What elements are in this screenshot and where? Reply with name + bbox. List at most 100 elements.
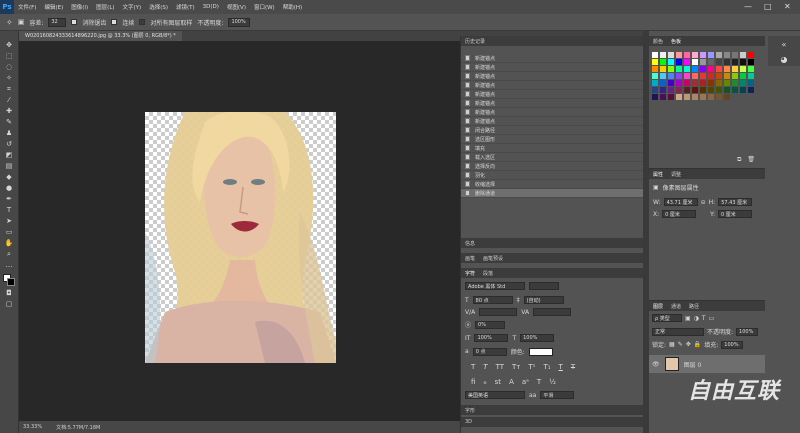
color-swatch[interactable] xyxy=(748,59,754,65)
tab-channels[interactable]: 通道 xyxy=(671,303,681,310)
crop-tool-icon[interactable]: ⌗ xyxy=(4,85,15,94)
history-item[interactable]: 新建锚点 xyxy=(461,90,643,99)
color-swatch[interactable] xyxy=(708,52,714,58)
ornament-icon[interactable]: A xyxy=(509,378,514,386)
antialias-select[interactable]: 平滑 xyxy=(540,391,575,399)
menu-select[interactable]: 选择(S) xyxy=(145,3,172,11)
tab-layers[interactable]: 图层 xyxy=(653,303,663,310)
color-swatch[interactable] xyxy=(724,87,730,93)
history-item[interactable]: 收缩选择 xyxy=(461,180,643,189)
underline-icon[interactable]: T xyxy=(559,363,563,371)
color-swatch[interactable] xyxy=(684,94,690,100)
color-swatches-icon[interactable] xyxy=(2,274,16,287)
color-swatch[interactable] xyxy=(724,73,730,79)
color-swatch[interactable] xyxy=(700,52,706,58)
ligature-icon[interactable]: fi xyxy=(471,378,475,386)
tsume-field[interactable]: 0% xyxy=(475,320,506,329)
color-swatch[interactable] xyxy=(660,52,666,58)
history-item[interactable]: 新建锚点 xyxy=(461,81,643,90)
layer-name[interactable]: 图层 0 xyxy=(684,360,702,369)
color-swatch[interactable] xyxy=(692,52,698,58)
color-swatch[interactable] xyxy=(668,94,674,100)
color-swatch[interactable] xyxy=(724,59,730,65)
blur-tool-icon[interactable]: ◆ xyxy=(4,173,15,182)
selection-mode-icon[interactable]: ▣ xyxy=(18,18,25,26)
all-caps-icon[interactable]: TT xyxy=(496,363,504,371)
color-swatch[interactable] xyxy=(676,73,682,79)
menu-edit[interactable]: 编辑(E) xyxy=(40,3,67,11)
color-swatch[interactable] xyxy=(668,66,674,72)
tab-swatches[interactable]: 色板 xyxy=(671,38,681,45)
delete-swatch-icon[interactable]: 🗑 xyxy=(747,156,755,164)
font-style-select[interactable] xyxy=(529,282,559,290)
history-item[interactable]: 选择反向 xyxy=(461,162,643,171)
magic-wand-icon[interactable]: ✧ xyxy=(4,74,15,83)
filter-adjust-icon[interactable]: ◑ xyxy=(694,315,699,322)
menu-type[interactable]: 文字(Y) xyxy=(119,3,146,11)
color-swatch[interactable] xyxy=(692,59,698,65)
menu-help[interactable]: 帮助(H) xyxy=(279,3,306,11)
ordinal-icon[interactable]: aᵃ xyxy=(522,378,529,386)
opacity-input[interactable]: 100% xyxy=(228,17,251,27)
color-swatch[interactable] xyxy=(692,80,698,86)
color-swatch[interactable] xyxy=(708,87,714,93)
menu-window[interactable]: 窗口(W) xyxy=(250,3,279,11)
baseline-field[interactable]: 0 点 xyxy=(472,347,507,356)
lock-transparent-icon[interactable]: ▦ xyxy=(669,341,675,348)
history-item[interactable]: 删除通道 xyxy=(461,189,643,198)
menu-view[interactable]: 视图(V) xyxy=(223,3,250,11)
menu-image[interactable]: 图像(I) xyxy=(67,3,92,11)
faux-bold-icon[interactable]: T xyxy=(471,363,475,371)
tab-paths[interactable]: 路径 xyxy=(689,303,699,310)
leading-field[interactable]: (自动) xyxy=(523,296,564,304)
color-swatch[interactable] xyxy=(740,73,746,79)
history-item[interactable]: 新建锚点 xyxy=(461,108,643,117)
color-swatch[interactable] xyxy=(684,59,690,65)
layer-opacity-field[interactable]: 100% xyxy=(736,327,759,336)
history-item[interactable]: 填充 xyxy=(461,144,643,153)
filter-pixel-icon[interactable]: ▣ xyxy=(685,315,691,322)
color-swatch[interactable] xyxy=(652,94,658,100)
color-swatch[interactable] xyxy=(652,73,658,79)
tab-brush-presets[interactable]: 画笔预设 xyxy=(483,255,503,262)
color-swatch[interactable] xyxy=(732,87,738,93)
color-swatch[interactable] xyxy=(668,59,674,65)
color-swatch[interactable] xyxy=(660,59,666,65)
color-swatch[interactable] xyxy=(692,87,698,93)
color-swatch[interactable] xyxy=(708,94,714,100)
color-swatch[interactable] xyxy=(676,59,682,65)
history-item[interactable]: 新建锚点 xyxy=(461,63,643,72)
document-tab[interactable]: W020160824333614896220.jpg @ 33.3% (图层 0… xyxy=(19,31,182,41)
quick-mask-icon[interactable]: ◘ xyxy=(4,289,15,298)
history-item[interactable]: 新建锚点 xyxy=(461,117,643,126)
faux-italic-icon[interactable]: T xyxy=(483,363,487,371)
fraction-icon[interactable]: ½ xyxy=(549,378,556,386)
color-swatch[interactable] xyxy=(716,94,722,100)
width-field[interactable]: 43.71 厘米 xyxy=(663,198,698,206)
menu-layer[interactable]: 图层(L) xyxy=(92,3,118,11)
tab-adjustments[interactable]: 调整 xyxy=(671,171,681,178)
subscript-icon[interactable]: T₁ xyxy=(543,363,550,371)
color-swatch[interactable] xyxy=(700,66,706,72)
gradient-tool-icon[interactable]: ▤ xyxy=(4,162,15,171)
color-swatch[interactable] xyxy=(684,73,690,79)
color-swatch[interactable] xyxy=(692,94,698,100)
text-color-swatch[interactable] xyxy=(528,347,553,356)
x-field[interactable]: 0 厘米 xyxy=(662,210,697,218)
history-brush-icon[interactable]: ↺ xyxy=(4,140,15,149)
color-swatch[interactable] xyxy=(724,66,730,72)
magic-wand-tool-icon[interactable]: ✧ xyxy=(6,18,13,27)
color-swatch[interactable] xyxy=(708,66,714,72)
menu-3d[interactable]: 3D(D) xyxy=(199,4,223,10)
color-swatch[interactable] xyxy=(716,66,722,72)
color-swatch[interactable] xyxy=(748,73,754,79)
color-swatch[interactable] xyxy=(740,52,746,58)
tab-paragraph[interactable]: 段落 xyxy=(483,270,493,277)
titling-icon[interactable]: T xyxy=(537,378,541,386)
color-swatch[interactable] xyxy=(716,80,722,86)
sample-all-checkbox[interactable] xyxy=(139,19,146,25)
history-item[interactable]: 载入选区 xyxy=(461,153,643,162)
history-item[interactable]: 新建锚点 xyxy=(461,72,643,81)
color-swatch[interactable] xyxy=(660,73,666,79)
minimize-button[interactable]: — xyxy=(744,2,752,11)
